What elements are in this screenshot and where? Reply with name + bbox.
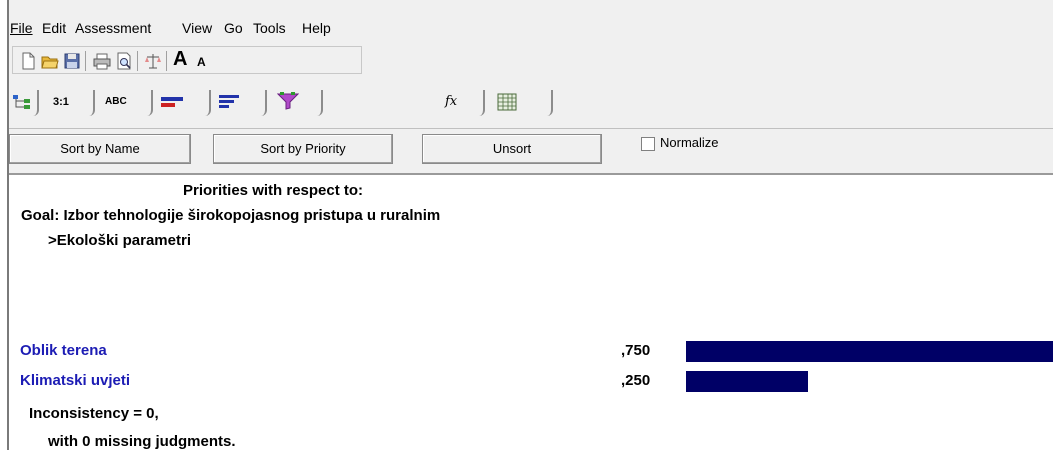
- tab-spreadsheet[interactable]: [487, 90, 553, 116]
- balance-icon[interactable]: [144, 52, 162, 70]
- print-preview-icon[interactable]: [115, 52, 133, 70]
- tab-ratio-label: 3:1: [53, 96, 69, 108]
- sort-bar: Sort by Name Sort by Priority Unsort: [9, 128, 1053, 175]
- node-path: >Ekološki parametri: [48, 232, 191, 249]
- unsort-label: Unsort: [492, 141, 532, 156]
- font-decrease-icon[interactable]: A: [197, 55, 206, 69]
- menu-tools-label: Tools: [253, 20, 286, 36]
- tab-hierarchy[interactable]: [9, 90, 39, 116]
- tab-formula-label: fx: [445, 94, 458, 109]
- open-folder-icon[interactable]: [41, 52, 59, 70]
- toolbar-separator: [166, 51, 167, 71]
- menu-view-label: View: [182, 20, 213, 36]
- sort-by-name-button[interactable]: Sort by Name: [9, 134, 191, 164]
- priority-bar: [686, 341, 1053, 362]
- menu-edit-label: Edit: [42, 20, 67, 36]
- sort-by-priority-button[interactable]: Sort by Priority: [213, 134, 393, 164]
- grid-icon: [497, 93, 517, 111]
- menu-go[interactable]: Go: [224, 20, 243, 36]
- menu-file-label: File: [10, 20, 33, 36]
- priority-value: ,250: [621, 372, 651, 389]
- normalize-label: Normalize: [660, 135, 719, 150]
- font-increase-icon[interactable]: A: [173, 48, 187, 71]
- tab-graphical[interactable]: [155, 90, 211, 116]
- menu-edit[interactable]: Edit: [42, 20, 66, 36]
- sort-by-name-label: Sort by Name: [60, 141, 140, 156]
- goal-text: Goal: Izbor tehnologije širokopojasnog p…: [21, 207, 441, 224]
- tree-icon: [13, 95, 30, 109]
- priorities-heading: Priorities with respect to:: [183, 182, 364, 199]
- menu-assessment[interactable]: Assessment: [75, 20, 151, 36]
- priority-value: ,750: [621, 342, 651, 359]
- priority-bars-icon: [219, 95, 239, 108]
- menu-view[interactable]: View: [182, 20, 212, 36]
- bar-compare-icon: [161, 97, 183, 107]
- normalize-checkbox[interactable]: [641, 137, 655, 151]
- tab-formula[interactable]: fx: [429, 90, 485, 116]
- funnel-icon: [277, 92, 299, 110]
- menu-assessment-label: Assessment: [75, 20, 152, 36]
- toolbar: A A: [9, 42, 1053, 84]
- alternative-label: Klimatski uvjeti: [20, 372, 131, 389]
- tab-priorities[interactable]: [213, 90, 267, 116]
- tab-abc-label: ABC: [105, 96, 127, 107]
- font-increase-glyph: A: [173, 48, 188, 70]
- toolbar-separator: [85, 51, 86, 71]
- toolbar-separator: [137, 51, 138, 71]
- tab-synthesis[interactable]: [269, 90, 323, 116]
- view-tab-strip: 3:1 ABC fx: [9, 84, 1053, 128]
- tab-ratio[interactable]: 3:1: [43, 90, 95, 116]
- sort-by-priority-label: Sort by Priority: [260, 141, 346, 156]
- print-icon[interactable]: [93, 52, 111, 70]
- menu-help-label: Help: [302, 20, 331, 36]
- missing-judgments-text: with 0 missing judgments.: [48, 433, 236, 450]
- tab-abc[interactable]: ABC: [97, 90, 153, 116]
- alternative-label: Oblik terena: [20, 342, 107, 359]
- font-decrease-glyph: A: [197, 55, 206, 69]
- inconsistency-text: Inconsistency = 0,: [29, 405, 159, 422]
- unsort-button[interactable]: Unsort: [422, 134, 602, 164]
- new-document-icon[interactable]: [19, 52, 37, 70]
- save-icon[interactable]: [63, 52, 81, 70]
- priority-bar: [686, 371, 808, 392]
- menu-file[interactable]: File: [10, 20, 33, 36]
- menu-help[interactable]: Help: [302, 20, 331, 36]
- menu-bar: File Edit Assessment View Go Tools Help: [9, 0, 1053, 42]
- toolbar-row: A A: [12, 46, 362, 74]
- menu-tools[interactable]: Tools: [253, 20, 286, 36]
- menu-go-label: Go: [224, 20, 243, 36]
